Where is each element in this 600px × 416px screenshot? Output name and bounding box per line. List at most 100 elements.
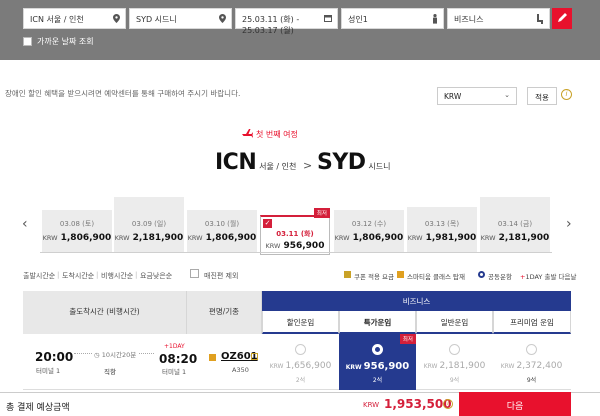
origin-route: ICN 서울 / 인천 bbox=[215, 150, 296, 180]
date-card-date: 03.08 (토) bbox=[59, 220, 95, 228]
fare-price: 2,372,400 bbox=[516, 361, 563, 371]
date-card-currency: KRW bbox=[480, 234, 496, 242]
calendar-icon bbox=[324, 15, 332, 22]
route-arrow-icon: > bbox=[303, 159, 313, 172]
depart-arrive-header: 출도착시간 (비행시간) bbox=[23, 291, 187, 334]
smartium-icon bbox=[397, 271, 404, 278]
date-card-date: 03.11 (화) bbox=[276, 230, 314, 238]
next-button[interactable]: 다음 bbox=[459, 392, 571, 416]
location-pin-icon bbox=[113, 14, 120, 23]
prev-dates-arrow-icon[interactable]: ‹ bbox=[22, 216, 28, 232]
fare-seats: 9석 bbox=[449, 377, 460, 384]
date-card[interactable]: 03.08 (토) KRW 1,806,900 bbox=[42, 210, 112, 253]
date-baseline bbox=[40, 252, 552, 253]
date-card[interactable]: 03.12 (수) KRW 1,806,900 bbox=[334, 210, 404, 253]
info-icon[interactable]: i bbox=[561, 89, 572, 100]
fare-radio[interactable] bbox=[526, 344, 537, 355]
flight-duration-text: 10시간20분 bbox=[101, 351, 137, 359]
plane-icon bbox=[242, 128, 253, 141]
flight-header-text: 편명/기종 bbox=[208, 307, 240, 316]
legend-next-day-text: 1DAY 출발 다음날 bbox=[525, 273, 577, 281]
origin-value: ICN 서울 / 인천 bbox=[30, 15, 84, 24]
sort-divider: | bbox=[135, 271, 138, 279]
fare-type-header: 프리미엄 운임 bbox=[493, 311, 571, 334]
flight-header: 편명/기종 bbox=[187, 291, 262, 334]
fare-option-selected[interactable]: 최저 KRW 956,900 2석 bbox=[339, 334, 416, 390]
departure-time: 20:00 bbox=[35, 350, 74, 364]
check-icon: ✓ bbox=[263, 219, 272, 228]
destination-field[interactable]: SYD 시드니 bbox=[129, 8, 232, 29]
date-card-date: 03.10 (월) bbox=[204, 220, 240, 228]
total-currency: KRW bbox=[363, 401, 380, 409]
date-card-price: 1,806,900 bbox=[352, 233, 404, 243]
fare-option[interactable]: KRW 1,656,900 2석 bbox=[262, 334, 339, 390]
date-card-date: 03.09 (일) bbox=[131, 220, 167, 228]
business-cabin-header: 비즈니스 bbox=[262, 291, 571, 311]
sort-departure[interactable]: 출발시간순 bbox=[23, 271, 55, 281]
destination-code: SYD bbox=[317, 150, 366, 175]
fare-radio[interactable] bbox=[295, 344, 306, 355]
sort-divider: | bbox=[96, 271, 99, 279]
journey-heading: 첫 번째 여정 bbox=[256, 130, 298, 139]
arrival-terminal: 터미널 1 bbox=[162, 368, 187, 376]
date-card-currency: KRW bbox=[334, 234, 350, 242]
sort-divider: | bbox=[57, 271, 60, 279]
arrival-time: 08:20 bbox=[159, 352, 198, 366]
passenger-field[interactable]: 성인1 bbox=[341, 8, 444, 29]
cabin-field[interactable]: 비즈니스 bbox=[447, 8, 550, 29]
date-card[interactable]: 03.09 (일) KRW 2,181,900 bbox=[114, 197, 184, 253]
total-amount: 1,953,500 bbox=[384, 397, 452, 411]
destination-route: SYD 시드니 bbox=[317, 150, 391, 180]
origin-field[interactable]: ICN 서울 / 인천 bbox=[23, 8, 126, 29]
date-field[interactable]: 25.03.11 (화) - 25.03.17 (월) bbox=[235, 8, 338, 35]
fare-option[interactable]: KRW 2,181,900 9석 bbox=[416, 334, 493, 390]
fare-seats: 2석 bbox=[372, 377, 383, 384]
exclude-full-checkbox[interactable] bbox=[190, 269, 199, 278]
flight-duration: ◷ 10시간20분 bbox=[92, 349, 139, 359]
fare-type-header: 특가운임 bbox=[339, 311, 416, 334]
date-value: 25.03.11 (화) - 25.03.17 (월) bbox=[242, 15, 300, 35]
fare-currency: KRW bbox=[345, 364, 362, 371]
sort-arrival[interactable]: 도착시간순 bbox=[62, 271, 94, 281]
lowest-badge: 최저 bbox=[399, 334, 416, 344]
cabin-value: 비즈니스 bbox=[454, 15, 484, 24]
fare-option[interactable]: KRW 2,372,400 9석 bbox=[493, 334, 570, 390]
fare-price: 1,656,900 bbox=[285, 361, 332, 371]
date-card-currency: KRW bbox=[114, 234, 130, 242]
date-card-date: 03.14 (금) bbox=[497, 220, 533, 228]
fare-radio[interactable] bbox=[449, 344, 460, 355]
fare-currency: KRW bbox=[423, 363, 438, 370]
currency-value: KRW bbox=[444, 92, 462, 101]
currency-select[interactable]: KRW ⌄ bbox=[437, 87, 517, 105]
fare-radio[interactable] bbox=[372, 344, 383, 355]
date-card-currency: KRW bbox=[407, 234, 423, 242]
date-card-price: 1,981,900 bbox=[425, 233, 477, 243]
date-card-selected[interactable]: ✓ 최저 03.11 (화) KRW 956,900 bbox=[260, 208, 330, 255]
fare-type-header: 일반운임 bbox=[416, 311, 493, 334]
sort-duration[interactable]: 비행시간순 bbox=[101, 271, 133, 281]
date-card-price: 2,181,900 bbox=[498, 233, 550, 243]
sort-price[interactable]: 요금낮은순 bbox=[140, 271, 172, 281]
edit-search-button[interactable] bbox=[552, 8, 572, 29]
next-day-badge: +1DAY bbox=[164, 343, 185, 350]
date-card-price: 1,806,900 bbox=[60, 233, 112, 243]
date-card[interactable]: 03.14 (금) KRW 2,181,900 bbox=[480, 197, 550, 253]
fare-price: 956,900 bbox=[363, 361, 410, 372]
date-card[interactable]: 03.10 (월) KRW 1,806,900 bbox=[187, 210, 257, 253]
apply-currency-button[interactable]: 적용 bbox=[527, 87, 557, 105]
date-card-price: 956,900 bbox=[283, 241, 325, 251]
next-dates-arrow-icon[interactable]: › bbox=[566, 216, 572, 232]
stops-text: 직항 bbox=[104, 368, 116, 376]
aircraft-type: A350 bbox=[232, 366, 249, 374]
chevron-down-icon: ⌄ bbox=[504, 91, 510, 99]
info-icon[interactable]: i bbox=[443, 399, 453, 409]
legend-coupon: 쿠폰 적용 요금 bbox=[354, 273, 395, 281]
smartium-icon bbox=[209, 354, 216, 361]
depart-arrive-header-text: 출도착시간 (비행시간) bbox=[69, 307, 140, 316]
passenger-value: 성인1 bbox=[348, 15, 368, 24]
date-card-currency: KRW bbox=[187, 234, 203, 242]
date-card[interactable]: 03.13 (목) KRW 1,981,900 bbox=[407, 207, 477, 253]
date-card-date: 03.13 (목) bbox=[424, 220, 460, 228]
info-icon bbox=[251, 353, 258, 360]
flexible-dates-checkbox[interactable] bbox=[23, 37, 32, 46]
